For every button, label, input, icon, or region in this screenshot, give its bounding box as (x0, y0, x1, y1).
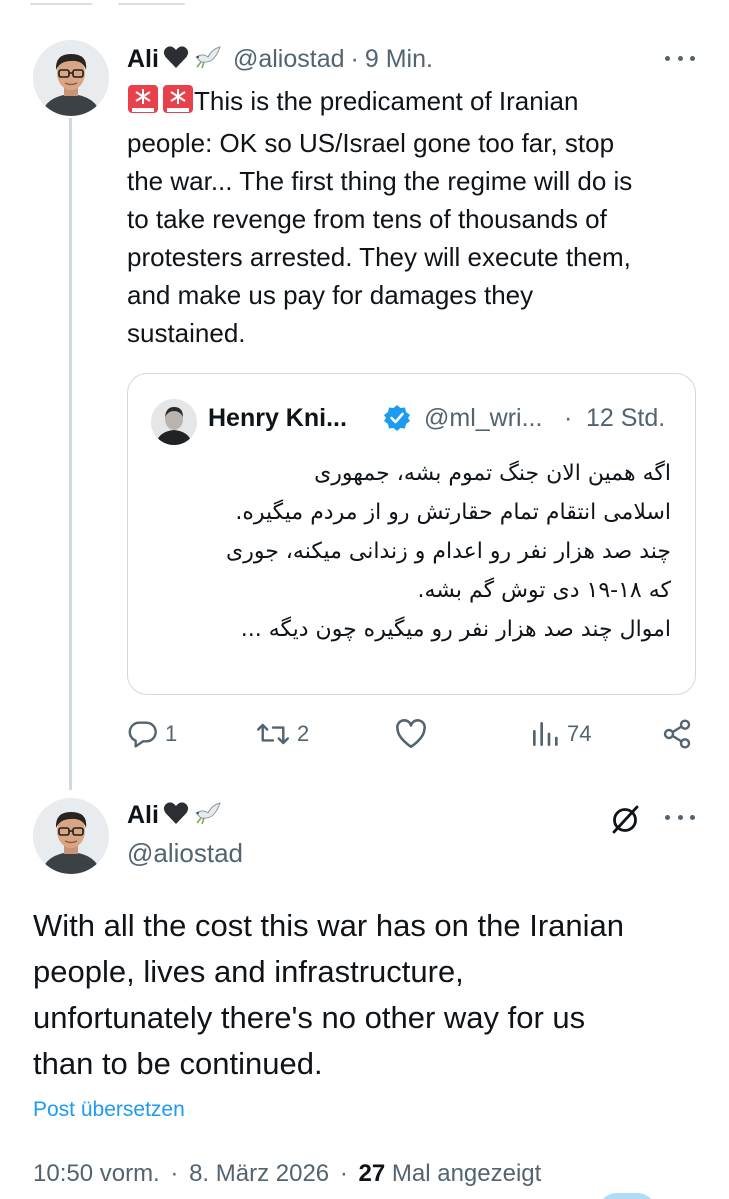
quote-avatar (151, 399, 197, 445)
author-handle[interactable]: @aliostad (233, 45, 345, 74)
avatar[interactable] (33, 798, 109, 874)
reply-text-line-3: the war... The first thing the regime wi… (127, 166, 633, 196)
reply-author-row: Ali @aliostad · 9 Min. (127, 44, 433, 75)
reply-text-line-7: sustained. (127, 318, 246, 348)
main-tweet-text: With all the cost this war has on the Ir… (33, 903, 703, 1087)
quote-author-name: Henry Kni... (208, 404, 347, 432)
separator-dot: · (350, 45, 359, 73)
separator-dot: · (564, 404, 573, 432)
reply-text-line-2: people: OK so US/Israel gone too far, st… (127, 128, 615, 158)
repost-count: 2 (297, 721, 310, 746)
views-label: Mal angezeigt (391, 1160, 542, 1187)
main-text-line-3: unfortunately there's no other way for u… (33, 1000, 586, 1035)
like-button[interactable] (394, 718, 428, 750)
grok-icon[interactable] (607, 802, 643, 838)
translate-post-link[interactable]: Post übersetzen (33, 1098, 185, 1122)
quote-text-line: اسلامی انتقام تمام حقارتش رو از مردم میگ… (235, 500, 671, 525)
repost-button[interactable]: 2 (255, 718, 309, 750)
quote-post-time: 12 Std. (586, 404, 666, 432)
post-time[interactable]: 10:50 vorm. (33, 1160, 160, 1187)
reply-button[interactable]: 1 (127, 718, 177, 750)
quoted-post-card[interactable]: Henry Kni... @ml_wri... · 12 Std. اگه هم… (127, 373, 696, 695)
dove-icon (193, 800, 223, 831)
post-time[interactable]: 9 Min. (365, 45, 433, 74)
main-text-line-4: than to be continued. (33, 1046, 323, 1081)
floating-compose-button-edge[interactable] (597, 1193, 657, 1199)
reply-tweet-text: This is the predicament of Iranian peopl… (127, 82, 707, 352)
views-chart-icon (533, 722, 558, 746)
reply-icon (128, 721, 157, 748)
main-text-line-2: people, lives and infrastructure, (33, 954, 464, 989)
thread-connector-line (69, 118, 72, 790)
dove-icon (193, 44, 223, 75)
repost-icon (256, 723, 290, 745)
black-heart-icon (163, 801, 189, 830)
views-button[interactable]: 74 (529, 718, 591, 750)
quote-author-handle: @ml_wri... (424, 404, 543, 432)
quote-text-line: چند صد هزار نفر رو اعدام و زندانی میکنه،… (226, 539, 671, 564)
heart-icon (396, 719, 426, 749)
quote-text-line: که ۱۸-۱۹ دی توش گم بشه. (417, 578, 672, 603)
reply-text-line-1: This is the predicament of Iranian (127, 82, 707, 124)
post-meta: 10:50 vorm. · 8. März 2026 · 27 Mal ange… (33, 1160, 541, 1188)
separator-dot: · (339, 1160, 348, 1187)
main-text-line-1: With all the cost this war has on the Ir… (33, 908, 625, 943)
share-button[interactable] (661, 718, 693, 750)
more-options-icon[interactable] (665, 812, 695, 822)
post-date[interactable]: 8. März 2026 (189, 1160, 329, 1187)
reply-text-line-6: and make us pay for damages they (127, 280, 534, 310)
black-heart-icon (163, 45, 189, 74)
separator-dot: · (170, 1160, 179, 1187)
author-name[interactable]: Ali (127, 45, 159, 74)
reply-text-line-5: protesters arrested. They will execute t… (127, 242, 631, 272)
avatar[interactable] (33, 40, 109, 116)
author-handle[interactable]: @aliostad (127, 838, 243, 869)
share-icon (663, 719, 691, 749)
quote-text-line: اگه همین الان جنگ تموم بشه، جمهوری (314, 461, 671, 486)
verified-badge-icon (383, 404, 411, 432)
siren-icon (162, 84, 194, 124)
action-bar: 1 2 74 (127, 718, 697, 758)
reply-count: 1 (165, 721, 178, 746)
views-count[interactable]: 27 (359, 1160, 386, 1187)
quote-text-line: اموال چند صد هزار نفر رو میگیره چون دیگه… (240, 617, 671, 642)
siren-icon (127, 84, 159, 124)
main-author-row: Ali (127, 800, 223, 831)
more-options-icon[interactable] (665, 53, 695, 63)
quote-text: اگه همین الان جنگ تموم بشه، جمهوری اسلام… (146, 454, 671, 649)
view-count: 74 (567, 721, 592, 746)
reply-text-line-4: to take revenge from tens of thousands o… (127, 204, 607, 234)
author-name[interactable]: Ali (127, 801, 159, 830)
previous-post-edge (0, 0, 729, 22)
